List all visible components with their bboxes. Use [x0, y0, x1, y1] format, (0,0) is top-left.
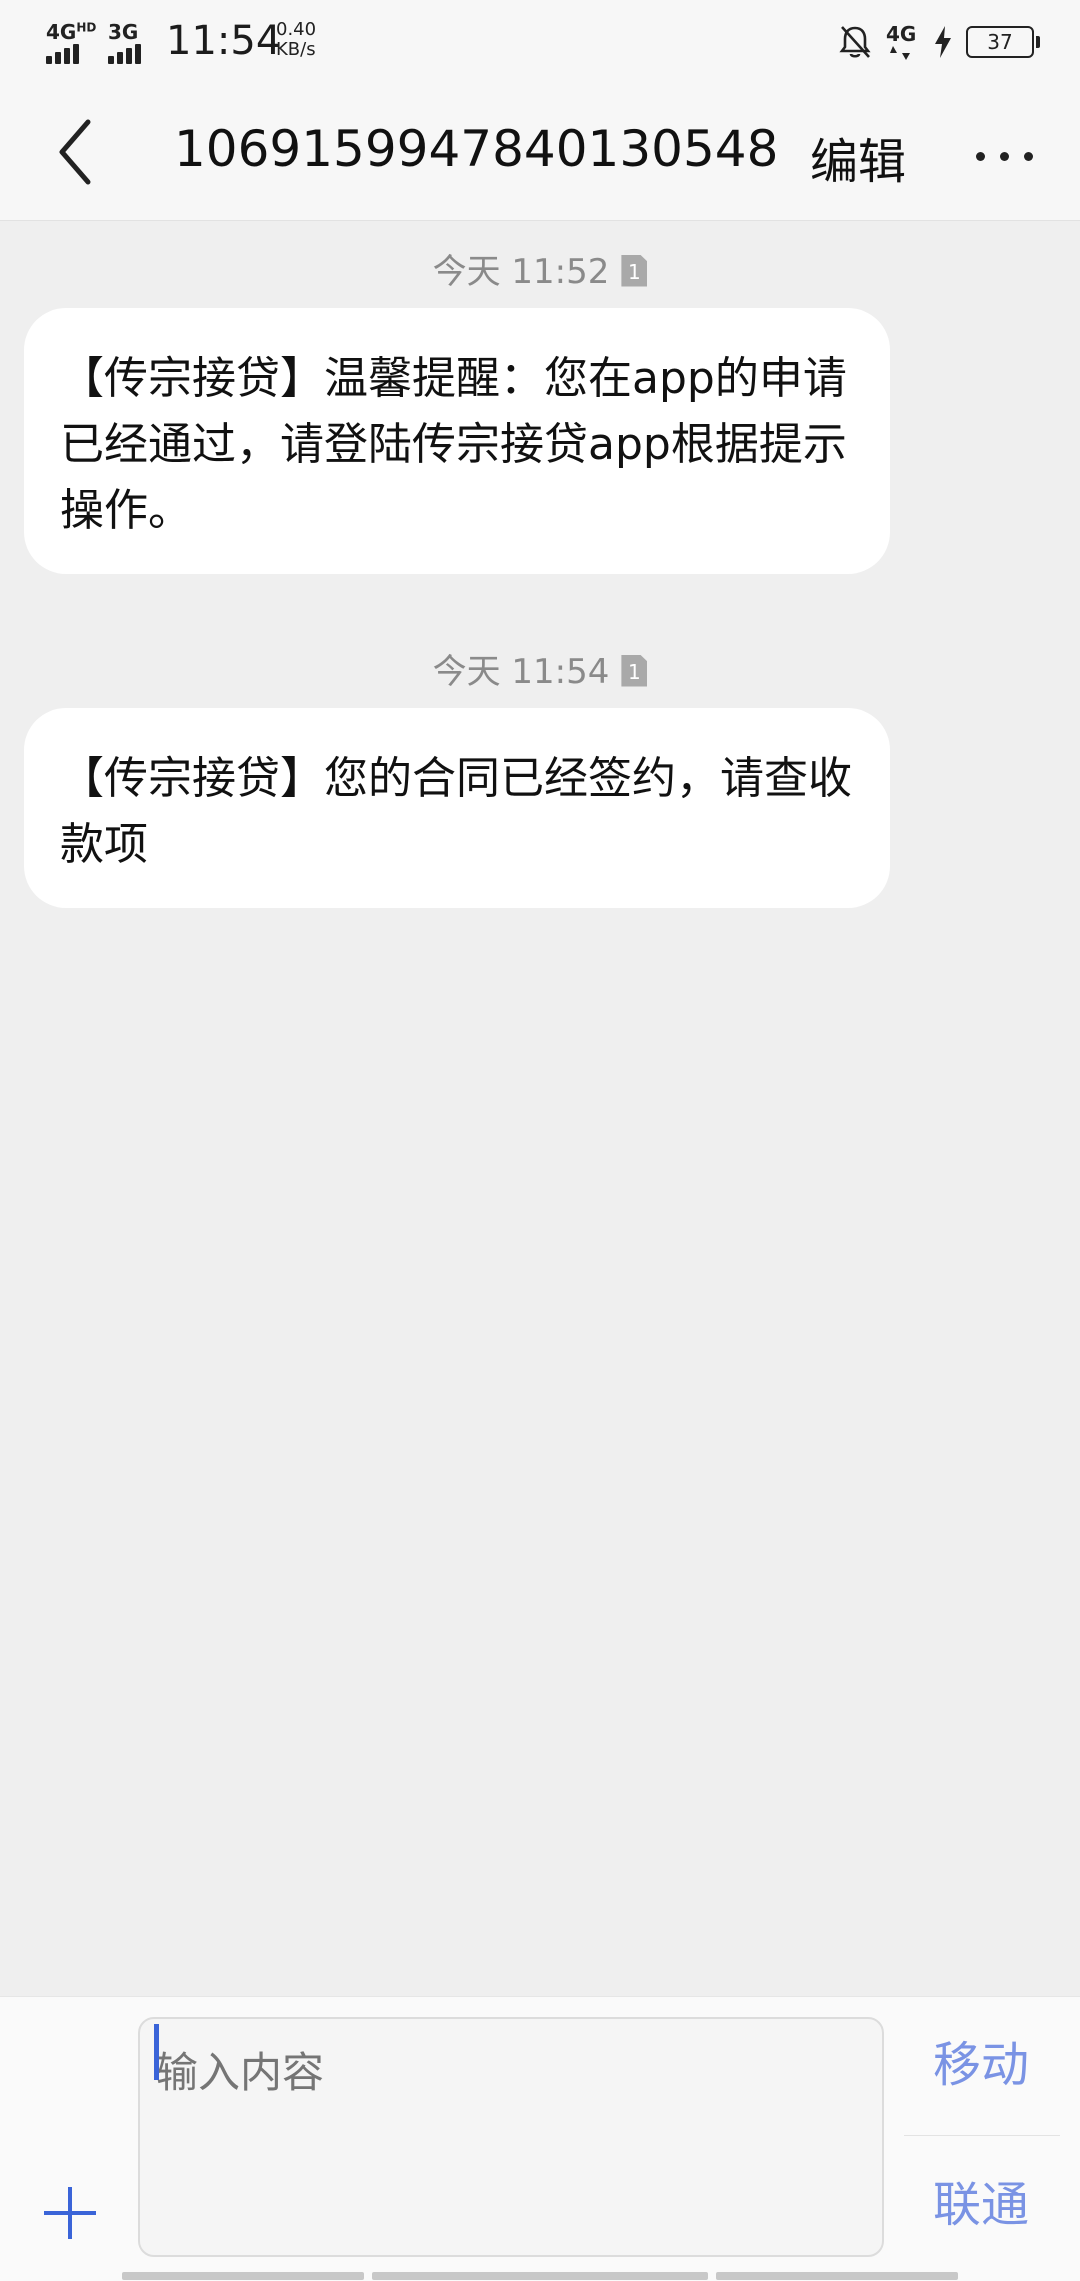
- home-indicator: [716, 2272, 958, 2280]
- edit-button[interactable]: 编辑: [810, 122, 906, 192]
- message-bubble[interactable]: 【传宗接贷】您的合同已经签约，请查收款项: [24, 708, 890, 908]
- home-indicator: [372, 2272, 708, 2280]
- status-time: 11:54: [166, 18, 282, 64]
- sim-card-icon: 1: [621, 254, 648, 287]
- battery-icon: 37: [966, 26, 1040, 58]
- bell-off-icon: [839, 26, 871, 58]
- charging-bolt-icon: [935, 26, 951, 58]
- chevron-left-icon: [59, 119, 91, 185]
- network-speed: 0.40 KB/s: [276, 19, 317, 60]
- status-bar: 4GHD 3G 11:54 0.40 KB/s 4G 37: [0, 0, 1080, 84]
- system-icons: 4G 37: [838, 22, 1040, 62]
- message-bubble[interactable]: 【传宗接贷】温馨提醒：您在app的申请已经通过，请登陆传宗接贷app根据提示操作…: [24, 308, 890, 574]
- divider: [904, 2135, 1060, 2136]
- sim-card-icon: 1: [621, 654, 648, 687]
- signal-4g-icon: 4G: [886, 22, 920, 62]
- conversation-header: 1069159947840130548 编辑: [0, 84, 1080, 221]
- message-timestamp: 今天 11:54 1: [0, 644, 1080, 693]
- send-sim2-button[interactable]: 联通: [904, 2138, 1058, 2272]
- more-button[interactable]: [970, 124, 1040, 184]
- text-cursor: [154, 2024, 159, 2080]
- add-attachment-button[interactable]: [40, 2183, 100, 2243]
- back-button[interactable]: [40, 112, 120, 192]
- conversation-title: 1069159947840130548: [174, 120, 779, 178]
- message-input[interactable]: [138, 2017, 884, 2257]
- message-timestamp: 今天 11:52 1: [0, 244, 1080, 293]
- home-indicator: [122, 2272, 364, 2280]
- send-sim1-button[interactable]: 移动: [904, 1998, 1058, 2132]
